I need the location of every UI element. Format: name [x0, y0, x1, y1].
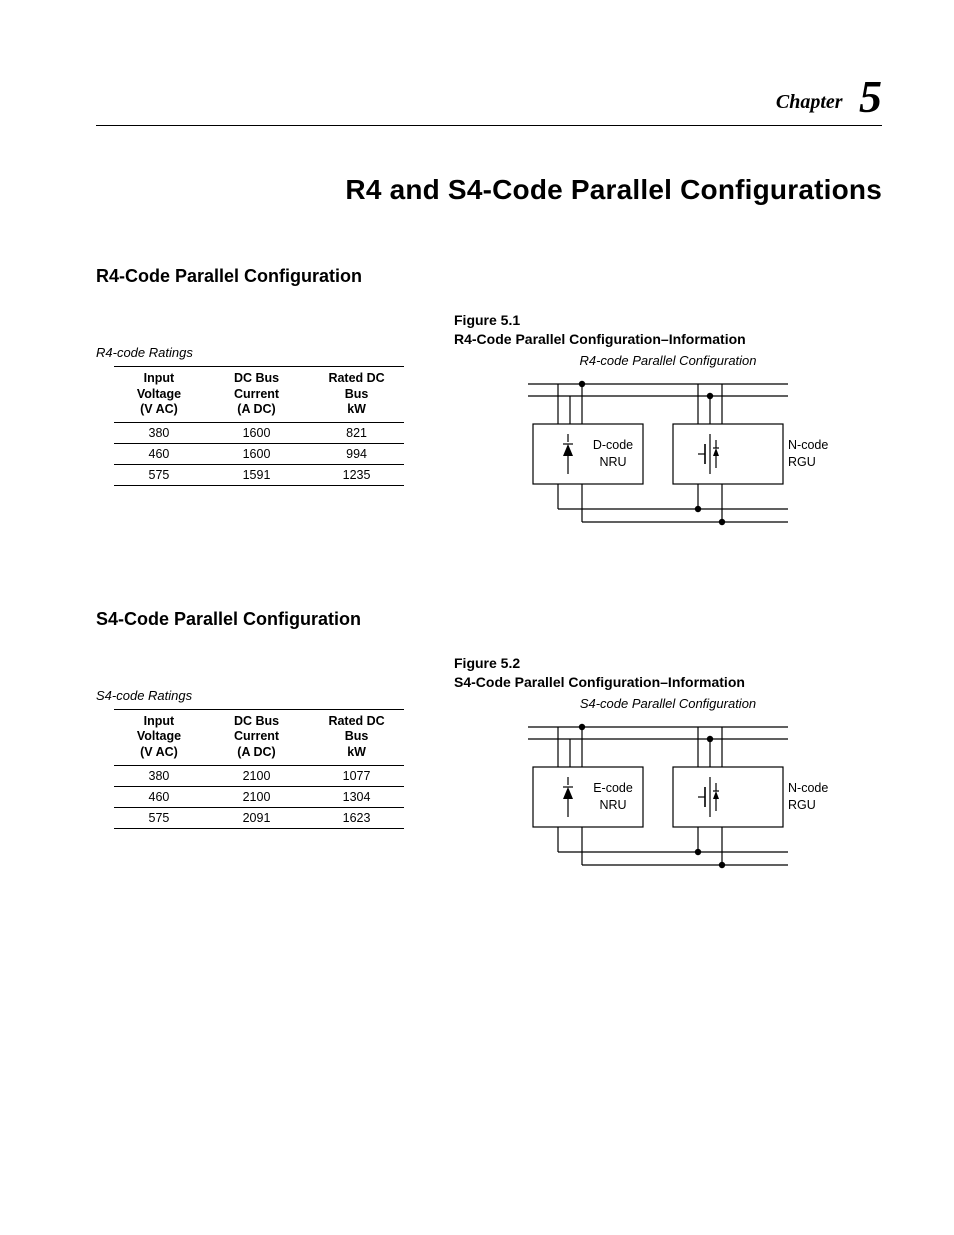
page-title: R4 and S4-Code Parallel Configurations: [96, 174, 882, 206]
config-subtitle-s4: S4-code Parallel Configuration: [454, 696, 882, 711]
th: DC Bus Current(A DC): [204, 367, 309, 423]
chapter-label: Chapter: [776, 91, 843, 113]
left-col-r4: R4-code Ratings Input Voltage(V AC) DC B…: [96, 311, 406, 486]
right-col-s4: Figure 5.2 S4-Code Parallel Configuratio…: [454, 654, 882, 882]
box1-l1: D-code: [593, 438, 633, 452]
table-row: 4601600994: [114, 443, 404, 464]
ratings-label-s4: S4-code Ratings: [96, 688, 406, 703]
ratings-label-r4: R4-code Ratings: [96, 345, 406, 360]
box2-l2: RGU: [788, 798, 816, 812]
box1-l2: NRU: [599, 455, 626, 469]
box2-l1: N-code: [788, 781, 828, 795]
th: Input Voltage(V AC): [114, 367, 204, 423]
table-row: 38021001077: [114, 765, 404, 786]
page: Chapter 5 R4 and S4-Code Parallel Config…: [0, 0, 954, 1235]
th: DC Bus Current(A DC): [204, 709, 309, 765]
diagram-r4: D-code NRU N-code RGU: [488, 374, 848, 539]
table-row: 57515911235: [114, 464, 404, 485]
box1-l1: E-code: [593, 781, 633, 795]
table-row: 3801600821: [114, 422, 404, 443]
box1-l2: NRU: [599, 798, 626, 812]
section-heading-r4: R4-Code Parallel Configuration: [96, 266, 882, 287]
table-row: 57520911623: [114, 807, 404, 828]
th: Input Voltage(V AC): [114, 709, 204, 765]
table-row: 46021001304: [114, 786, 404, 807]
th: Rated DC BuskW: [309, 709, 404, 765]
left-col-s4: S4-code Ratings Input Voltage(V AC) DC B…: [96, 654, 406, 829]
chapter-number: 5: [859, 71, 882, 122]
diagram-s4: E-code NRU N-code RGU: [488, 717, 848, 882]
config-block-r4: R4-code Ratings Input Voltage(V AC) DC B…: [96, 311, 882, 539]
th: Rated DC BuskW: [309, 367, 404, 423]
chapter-header: Chapter 5: [96, 70, 882, 126]
box2-l2: RGU: [788, 455, 816, 469]
right-col-r4: Figure 5.1 R4-Code Parallel Configuratio…: [454, 311, 882, 539]
ratings-table-s4: Input Voltage(V AC) DC Bus Current(A DC)…: [114, 709, 404, 829]
figure-caption-s4: Figure 5.2 S4-Code Parallel Configuratio…: [454, 654, 882, 692]
box2-l1: N-code: [788, 438, 828, 452]
ratings-table-r4: Input Voltage(V AC) DC Bus Current(A DC)…: [114, 366, 404, 486]
section-heading-s4: S4-Code Parallel Configuration: [96, 609, 882, 630]
config-subtitle-r4: R4-code Parallel Configuration: [454, 353, 882, 368]
figure-caption-r4: Figure 5.1 R4-Code Parallel Configuratio…: [454, 311, 882, 349]
table-header-row: Input Voltage(V AC) DC Bus Current(A DC)…: [114, 367, 404, 423]
table-header-row: Input Voltage(V AC) DC Bus Current(A DC)…: [114, 709, 404, 765]
config-block-s4: S4-code Ratings Input Voltage(V AC) DC B…: [96, 654, 882, 882]
